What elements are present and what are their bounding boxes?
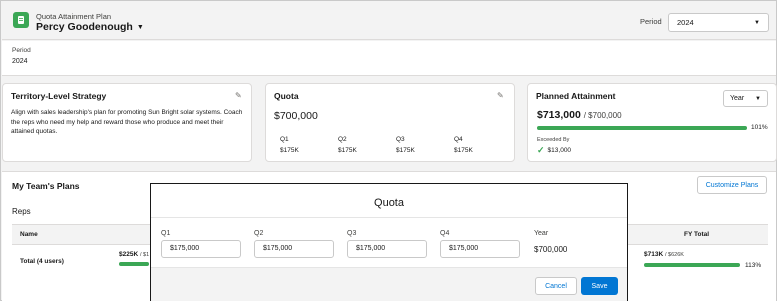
modal-divider: [151, 217, 627, 218]
quarter-value: $175K: [280, 147, 299, 154]
quarter-label: Q4: [454, 136, 463, 143]
quota-q1: Q1 $175K: [280, 134, 299, 156]
fy-progress-fill: [644, 263, 740, 267]
period-detail-value: 2024: [12, 58, 28, 65]
quota-title: Quota: [274, 91, 299, 101]
plan-icon: [13, 12, 29, 28]
total-q1-value: $225K / $1: [119, 251, 149, 258]
field-label: Q1: [161, 230, 171, 237]
q2-input[interactable]: $175,000: [254, 240, 334, 258]
caret-down-icon: ▼: [136, 23, 144, 31]
attainment-view-value: Year: [730, 95, 745, 102]
quarter-label: Q2: [338, 136, 347, 143]
quota-q4: Q4 $175K: [454, 134, 473, 156]
modal-field-q2: Q2 $175,000: [254, 230, 334, 258]
year-label: Year: [534, 230, 549, 237]
q1-target: / $1: [139, 252, 150, 258]
checkmark-icon: ✓: [537, 145, 545, 155]
attainment-value: $713,000: [537, 109, 581, 121]
q1-total: $225K: [119, 251, 139, 258]
customize-plans-button[interactable]: Customize Plans: [697, 176, 767, 194]
total-q1-progress-fill: [119, 262, 149, 266]
attainment-view-select[interactable]: Year ▼: [723, 90, 768, 107]
period-detail: Period 2024: [2, 41, 776, 76]
fy-total: $713K: [644, 251, 664, 258]
quarter-value: $175K: [396, 147, 415, 154]
year-value: $700,000: [534, 245, 568, 254]
attainment-percent: 101%: [751, 124, 768, 131]
q3-input[interactable]: $175,000: [347, 240, 427, 258]
modal-field-q3: Q3 $175,000: [347, 230, 427, 258]
field-label: Q3: [347, 230, 357, 237]
quota-card: Quota ✎ $700,000 Q1 $175K Q2 $175K Q3 $1…: [265, 83, 515, 162]
total-q1-progress-bar: [119, 262, 149, 266]
modal-title: Quota: [374, 197, 404, 209]
quota-q3: Q3 $175K: [396, 134, 415, 156]
fy-total-value: $713K / $626K: [644, 251, 684, 258]
strategy-card: Territory-Level Strategy ✎ Align with sa…: [2, 83, 252, 162]
modal-field-q1: Q1 $175,000: [161, 230, 241, 258]
app-frame: Quota Attainment Plan Percy Goodenough ▼…: [0, 0, 777, 301]
attainment-amount: $713,000 / $700,000: [537, 109, 622, 121]
page-header: Quota Attainment Plan Percy Goodenough ▼…: [2, 2, 776, 40]
quota-amount: $700,000: [274, 110, 318, 122]
exceeded-label: Exceeded By: [537, 137, 570, 143]
q1-input[interactable]: $175,000: [161, 240, 241, 258]
attainment-target: / $700,000: [583, 111, 622, 120]
exceeded-value: $13,000: [547, 147, 572, 154]
owner-switcher[interactable]: Percy Goodenough ▼: [36, 21, 144, 33]
attainment-progress-fill: [537, 126, 747, 130]
total-row-label: Total (4 users): [20, 258, 64, 265]
quarter-label: Q3: [396, 136, 405, 143]
quarter-value: $175K: [454, 147, 473, 154]
period-select-label: Period: [640, 17, 662, 26]
fy-percent: 113%: [745, 262, 762, 269]
edit-quota-pencil-icon[interactable]: ✎: [497, 91, 504, 100]
period-select-value: 2024: [677, 18, 694, 27]
col-fy-total-header[interactable]: FY Total: [684, 231, 709, 238]
field-label: Q2: [254, 230, 264, 237]
col-name-header[interactable]: Name: [20, 231, 38, 238]
attainment-card: Planned Attainment Year ▼ $713,000 / $70…: [527, 83, 777, 162]
attainment-title: Planned Attainment: [536, 91, 616, 101]
reps-label: Reps: [12, 207, 31, 216]
quota-modal: Quota Q1 $175,000 Q2 $175,000 Q3 $175,00…: [150, 183, 628, 301]
team-plans-title: My Team's Plans: [12, 181, 80, 191]
period-select[interactable]: 2024 ▼: [668, 13, 769, 32]
cancel-button[interactable]: Cancel: [535, 277, 577, 295]
owner-name: Percy Goodenough: [36, 21, 133, 33]
quarter-label: Q1: [280, 136, 289, 143]
app-subtitle: Quota Attainment Plan: [36, 12, 112, 21]
fy-target: / $626K: [664, 252, 684, 258]
modal-field-q4: Q4 $175,000: [440, 230, 520, 258]
quarter-value: $175K: [338, 147, 357, 154]
strategy-title: Territory-Level Strategy: [11, 91, 107, 101]
field-label: Q4: [440, 230, 450, 237]
period-detail-label: Period: [12, 47, 31, 54]
attainment-progress-bar: [537, 126, 747, 130]
exceeded-amount: ✓ $13,000: [537, 145, 571, 156]
quota-q2: Q2 $175K: [338, 134, 357, 156]
strategy-text: Align with sales leadership's plan for p…: [11, 109, 243, 135]
q4-input[interactable]: $175,000: [440, 240, 520, 258]
modal-footer: Cancel Save: [151, 267, 627, 301]
chevron-down-icon: ▼: [754, 19, 760, 26]
edit-strategy-pencil-icon[interactable]: ✎: [235, 91, 242, 100]
chevron-down-icon: ▼: [755, 95, 761, 102]
fy-progress-bar: [644, 263, 740, 267]
save-button[interactable]: Save: [581, 277, 618, 295]
